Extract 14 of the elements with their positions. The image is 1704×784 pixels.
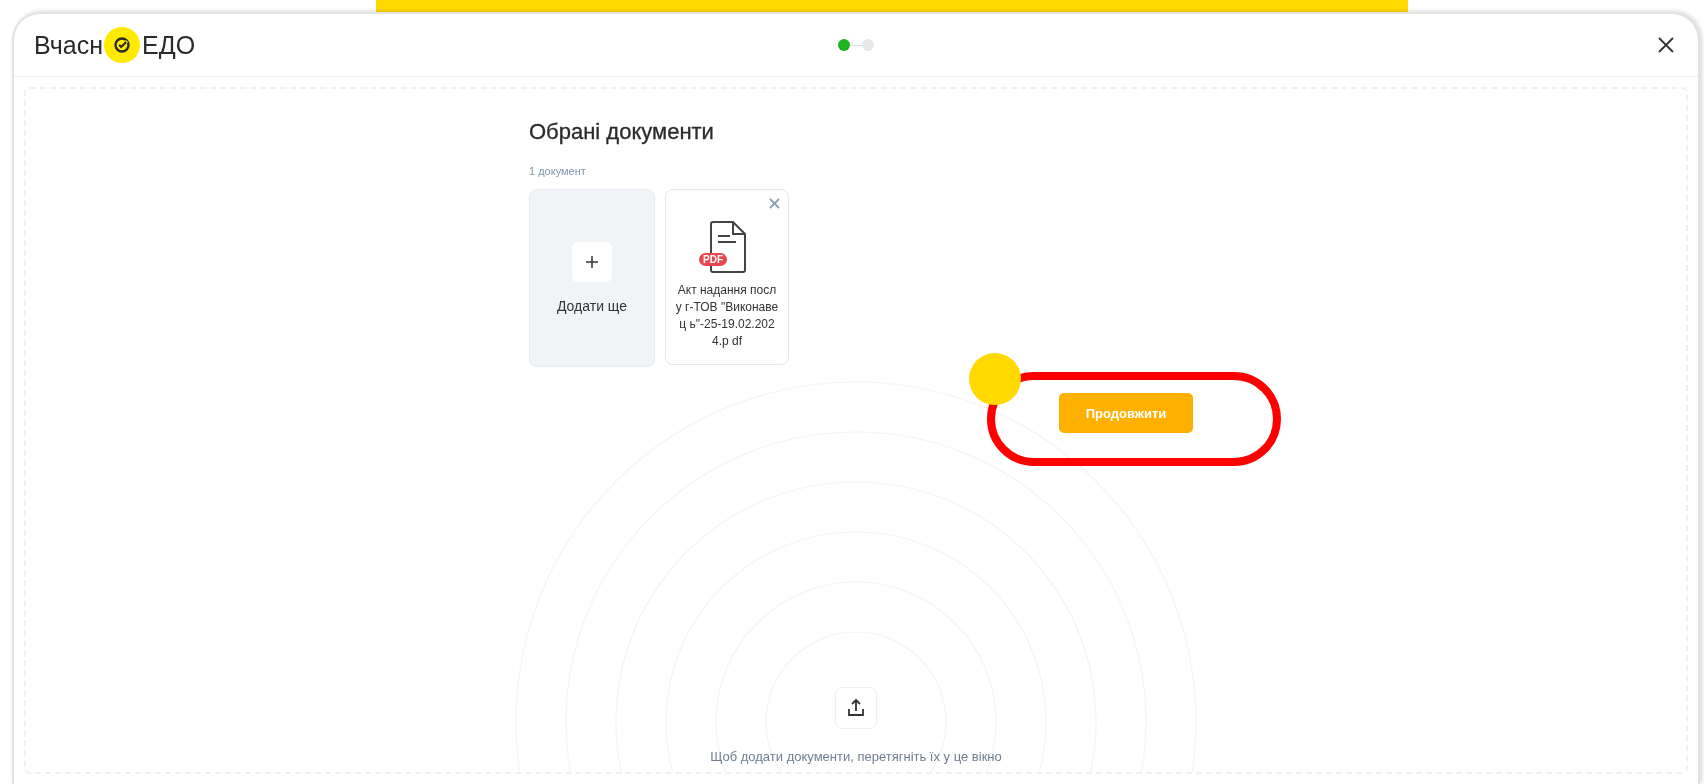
upload-icon[interactable] [835, 687, 877, 729]
drop-hint: Щоб додати документи, перетягніть їх у це вікно [710, 749, 1002, 764]
section-title: Обрані документи [529, 119, 715, 145]
file-name: Акт надання послу г-ТОВ "Виконавец ь"-25-19.02.2024.p df [675, 282, 779, 350]
logo-check-icon [104, 27, 141, 63]
close-icon[interactable] [1656, 35, 1676, 55]
remove-icon[interactable] [769, 198, 780, 209]
logo-text: Вчасн [34, 30, 104, 60]
plus-icon [572, 242, 612, 282]
marker-dot [969, 353, 1021, 405]
document-count: 1 документ [529, 165, 587, 177]
add-more-button[interactable]: Додати ще [529, 189, 655, 367]
logo-text: ЕДО [142, 30, 196, 60]
pdf-badge: PDF [699, 253, 727, 266]
